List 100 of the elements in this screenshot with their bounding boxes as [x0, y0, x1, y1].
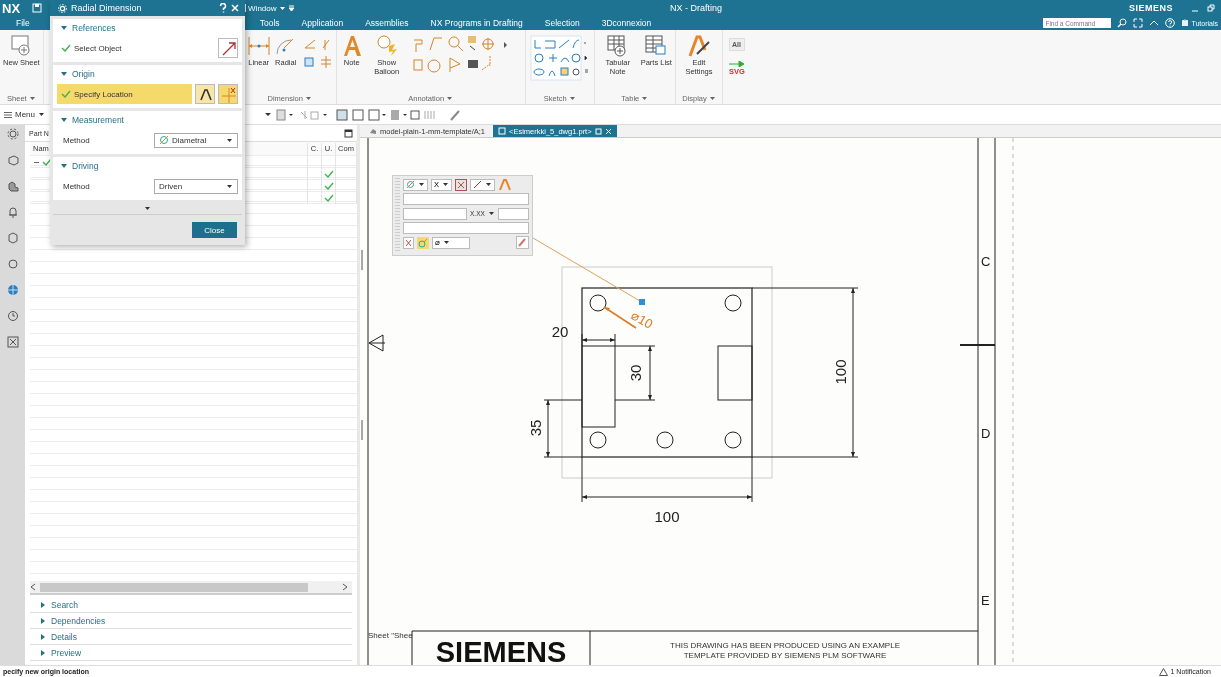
- caret-icon[interactable]: [38, 111, 45, 118]
- title-block-note: TEMPLATE PROVIDED BY SIEMENS PLM SOFTWARE: [683, 651, 887, 660]
- caret-icon[interactable]: [485, 181, 492, 188]
- dialog-title: Radial Dimension: [71, 3, 142, 13]
- group-header[interactable]: Driving: [72, 161, 99, 171]
- edit-text-icon[interactable]: [516, 236, 529, 249]
- caret-icon[interactable]: [226, 136, 233, 144]
- expand-caret-icon[interactable]: [40, 617, 46, 624]
- scroll-right-icon[interactable]: [342, 583, 348, 591]
- clock-icon[interactable]: [6, 310, 19, 322]
- roles-icon[interactable]: [6, 336, 19, 348]
- text-field[interactable]: [403, 222, 529, 234]
- quick-access-icon[interactable]: [287, 4, 295, 12]
- hole: [589, 431, 607, 449]
- menu-tab[interactable]: Selection: [540, 18, 584, 28]
- company-logo: SIEMENS: [435, 636, 567, 665]
- caret-icon[interactable]: [418, 181, 425, 188]
- scrollbar[interactable]: [30, 581, 352, 595]
- settings-icon[interactable]: [6, 128, 19, 140]
- caret-icon[interactable]: [28, 94, 36, 102]
- collapse-caret-icon[interactable]: [61, 71, 67, 77]
- restore-icon[interactable]: [594, 127, 602, 135]
- part-icon[interactable]: [6, 154, 19, 166]
- close-icon[interactable]: [231, 4, 239, 12]
- menu-tab[interactable]: 3Dconnexion: [597, 18, 656, 28]
- sheet-label: Sheet "Shee: [368, 631, 413, 640]
- selection-step[interactable]: Select Object: [57, 38, 215, 58]
- section-header[interactable]: Search: [51, 599, 78, 610]
- menu-tab[interactable]: File: [12, 18, 34, 28]
- help-icon[interactable]: [219, 3, 227, 13]
- window-title: NX - Drafting: [670, 3, 722, 13]
- dimension-text: 35: [527, 419, 544, 437]
- linear-dimension-icon: [246, 34, 271, 58]
- sketch-tools-drawing[interactable]: [528, 34, 591, 84]
- caret-icon[interactable]: [487, 210, 495, 217]
- caret-icon[interactable]: [442, 181, 449, 188]
- assembly-icon[interactable]: [6, 180, 19, 192]
- selection-step[interactable]: Specify Location: [57, 84, 192, 104]
- group-header[interactable]: Measurement: [72, 115, 124, 125]
- app-logo: NX: [1, 0, 21, 16]
- drag-handle[interactable]: [639, 299, 645, 305]
- expression-icon[interactable]: [455, 178, 467, 191]
- section-header[interactable]: Dependencies: [51, 615, 106, 626]
- caret-icon[interactable]: [568, 94, 576, 102]
- menu-tab[interactable]: Application: [297, 18, 348, 28]
- field-label: Method: [62, 181, 91, 191]
- caret-icon[interactable]: [641, 94, 649, 102]
- disc-icon[interactable]: [6, 258, 19, 270]
- cube-icon[interactable]: [6, 232, 19, 244]
- expression-icon[interactable]: [403, 236, 414, 249]
- value-field[interactable]: [403, 207, 467, 220]
- menu-tab[interactable]: Tools: [255, 18, 284, 28]
- method-dropdown[interactable]: Diametral: [154, 132, 238, 148]
- caret-icon[interactable]: [144, 204, 151, 212]
- icon-button[interactable]: [195, 84, 215, 104]
- section-header[interactable]: Preview: [51, 647, 82, 658]
- tolerance-field[interactable]: [497, 207, 529, 220]
- text-field[interactable]: [403, 193, 529, 205]
- expand-caret-icon[interactable]: [40, 633, 46, 640]
- collapse-caret-icon[interactable]: [61, 117, 67, 123]
- close-icon[interactable]: [604, 127, 612, 135]
- save-icon[interactable]: [32, 3, 43, 13]
- caret-icon[interactable]: [226, 182, 233, 190]
- help-icon[interactable]: [1165, 18, 1176, 28]
- icon-button[interactable]: [218, 38, 238, 58]
- slot: [717, 345, 753, 401]
- caret-icon[interactable]: [446, 94, 454, 102]
- fullscreen-icon[interactable]: [1133, 18, 1144, 28]
- search-icon[interactable]: [1117, 18, 1128, 28]
- scroll-left-icon[interactable]: [30, 583, 36, 591]
- collapse-ribbon-icon[interactable]: [1149, 18, 1160, 28]
- arrow-icon: [728, 61, 745, 67]
- menu-icon[interactable]: [4, 110, 12, 119]
- text-style-dropdown[interactable]: [470, 178, 495, 191]
- centering-arrow: [368, 334, 386, 352]
- bell-icon[interactable]: [6, 206, 19, 218]
- dimension-type-dropdown[interactable]: [403, 178, 428, 191]
- window-menu[interactable]: Window: [248, 3, 277, 13]
- zone-label: D: [981, 426, 991, 441]
- maximize-icon[interactable]: [344, 128, 353, 138]
- hole: [656, 431, 674, 449]
- caret-icon[interactable]: [708, 94, 716, 102]
- menu-tab[interactable]: NX Programs in Drafting: [426, 18, 527, 28]
- collapse-caret-icon[interactable]: [61, 163, 67, 169]
- restore-icon[interactable]: [1207, 4, 1215, 12]
- expand-caret-icon[interactable]: [40, 649, 46, 656]
- menu-tab[interactable]: Assemblies: [361, 18, 413, 28]
- caret-icon[interactable]: [278, 4, 286, 12]
- dimension-text: 30: [627, 364, 644, 382]
- globe-icon[interactable]: [6, 284, 19, 296]
- group-header[interactable]: References: [72, 23, 116, 33]
- field-label: Method: [62, 135, 91, 145]
- close-button[interactable]: Close: [192, 222, 237, 238]
- section-header[interactable]: Details: [51, 631, 77, 642]
- caret-icon[interactable]: [304, 94, 312, 102]
- caret-icon[interactable]: [443, 239, 450, 246]
- group-header[interactable]: Origin: [72, 69, 95, 79]
- menu-button[interactable]: Menu: [15, 110, 35, 119]
- expand-caret-icon[interactable]: [40, 601, 46, 608]
- method-dropdown[interactable]: Driven: [154, 178, 238, 194]
